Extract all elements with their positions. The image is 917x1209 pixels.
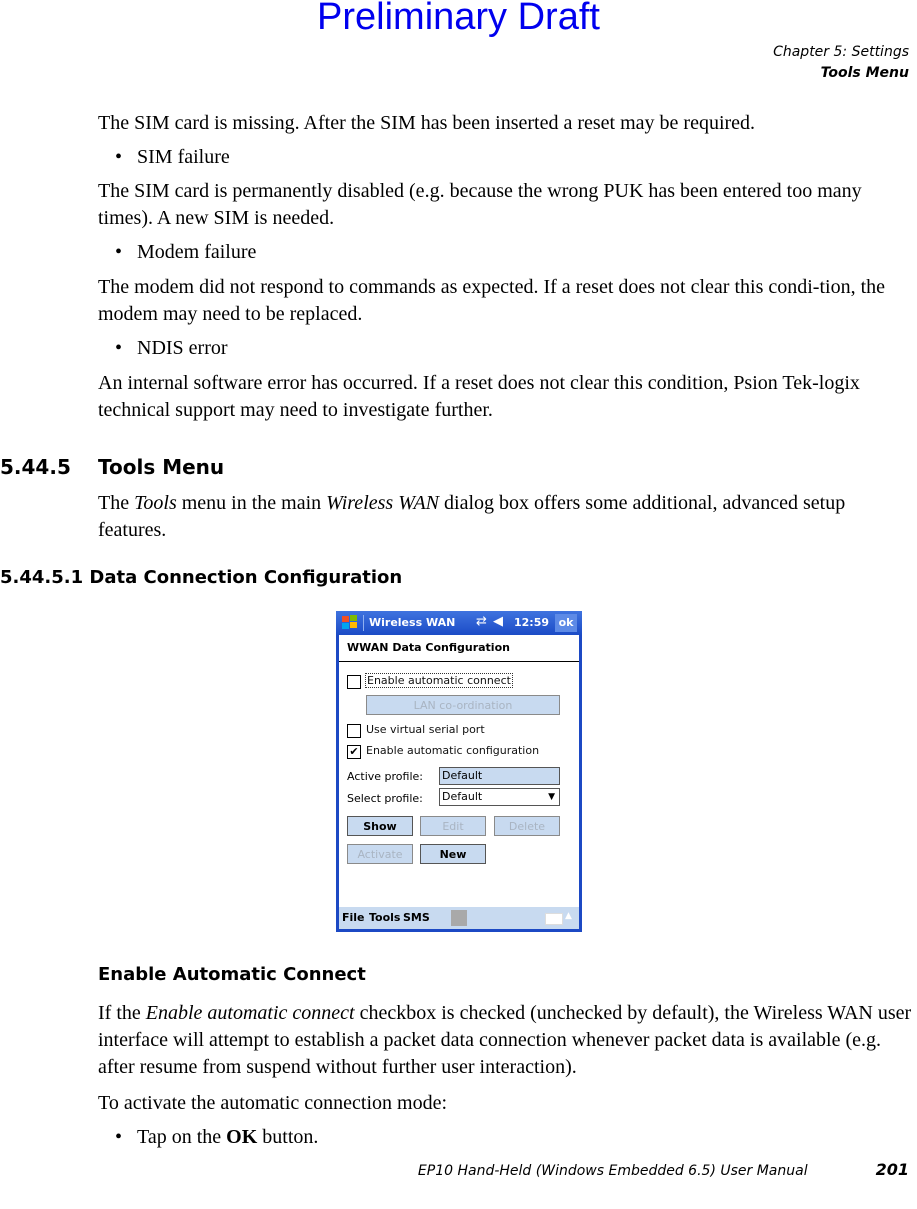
active-profile-field: Default bbox=[439, 767, 560, 785]
page-number: 201 bbox=[875, 1160, 909, 1179]
paragraph: The SIM card is missing. After the SIM h… bbox=[98, 112, 756, 134]
enable-auto-connect-checkbox[interactable] bbox=[347, 675, 361, 689]
manual-title: EP10 Hand-Held (Windows Embedded 6.5) Us… bbox=[417, 1163, 808, 1179]
subsection-heading: 5.44.5.1 Data Connection Configuration bbox=[0, 567, 403, 588]
paragraph: To activate the automatic connection mod… bbox=[98, 1092, 448, 1114]
auto-configuration-checkbox[interactable]: ✔ bbox=[347, 745, 361, 759]
enable-auto-connect-label[interactable]: Enable automatic connect bbox=[365, 673, 513, 688]
active-profile-label: Active profile: bbox=[347, 770, 423, 783]
select-profile-dropdown[interactable]: Default ▼ bbox=[439, 788, 560, 806]
menu-file[interactable]: File bbox=[342, 911, 365, 924]
paragraph: If the Enable automatic connect checkbox… bbox=[98, 1002, 912, 1078]
connectivity-icon[interactable]: ⇄ bbox=[476, 614, 487, 629]
virtual-serial-port-checkbox[interactable] bbox=[347, 724, 361, 738]
paragraph: The modem did not respond to commands as… bbox=[98, 276, 886, 325]
volume-icon[interactable]: ◀︎ bbox=[493, 614, 503, 629]
app-title: Wireless WAN bbox=[369, 616, 456, 629]
paragraph: An internal software error has occurred.… bbox=[98, 372, 860, 421]
activate-button[interactable]: Activate bbox=[347, 844, 413, 864]
header-section: Tools Menu bbox=[820, 65, 909, 81]
title-bar: Wireless WAN ⇄ ◀︎ 12:59 ok bbox=[336, 611, 582, 635]
bullet-item: • SIM failure bbox=[115, 146, 230, 168]
paragraph: The SIM card is permanently disabled (e.… bbox=[98, 180, 862, 229]
windows-start-icon[interactable] bbox=[341, 614, 359, 632]
dialog-title: WWAN Data Configuration bbox=[339, 635, 579, 662]
menu-sms[interactable]: SMS bbox=[403, 911, 430, 924]
device-screenshot: Wireless WAN ⇄ ◀︎ 12:59 ok WWAN Data Con… bbox=[336, 611, 582, 932]
clock[interactable]: 12:59 bbox=[514, 616, 549, 629]
bullet-item: • Modem failure bbox=[115, 241, 257, 263]
menu-bar: File Tools SMS ▲ bbox=[339, 907, 579, 929]
bullet-item: • Tap on the OK button. bbox=[115, 1126, 319, 1148]
header-chapter: Chapter 5: Settings bbox=[773, 44, 909, 60]
watermark: Preliminary Draft bbox=[317, 0, 600, 38]
grid-icon[interactable] bbox=[451, 910, 467, 926]
show-button[interactable]: Show bbox=[347, 816, 413, 836]
lan-coordination-button[interactable]: LAN co-ordination bbox=[366, 695, 560, 715]
new-button[interactable]: New bbox=[420, 844, 486, 864]
virtual-serial-port-label[interactable]: Use virtual serial port bbox=[366, 723, 485, 736]
paragraph: The Tools menu in the main Wireless WAN … bbox=[98, 492, 846, 541]
chevron-up-icon[interactable]: ▲ bbox=[565, 911, 572, 921]
auto-configuration-label[interactable]: Enable automatic configuration bbox=[366, 744, 539, 757]
select-profile-label: Select profile: bbox=[347, 792, 423, 805]
dialog-client: WWAN Data Configuration Enable automatic… bbox=[339, 635, 579, 907]
bullet-item: • NDIS error bbox=[115, 337, 228, 359]
ok-button[interactable]: ok bbox=[555, 614, 577, 632]
edit-button[interactable]: Edit bbox=[420, 816, 486, 836]
section-heading: 5.44.5 Tools Menu bbox=[0, 455, 225, 479]
keyboard-icon[interactable] bbox=[545, 913, 563, 925]
delete-button[interactable]: Delete bbox=[494, 816, 560, 836]
menu-tools[interactable]: Tools bbox=[369, 911, 400, 924]
title-separator bbox=[363, 615, 364, 631]
footer: EP10 Hand-Held (Windows Embedded 6.5) Us… bbox=[418, 1160, 909, 1179]
dropdown-arrow-icon[interactable]: ▼ bbox=[548, 789, 555, 805]
subheading: Enable Automatic Connect bbox=[98, 964, 366, 985]
